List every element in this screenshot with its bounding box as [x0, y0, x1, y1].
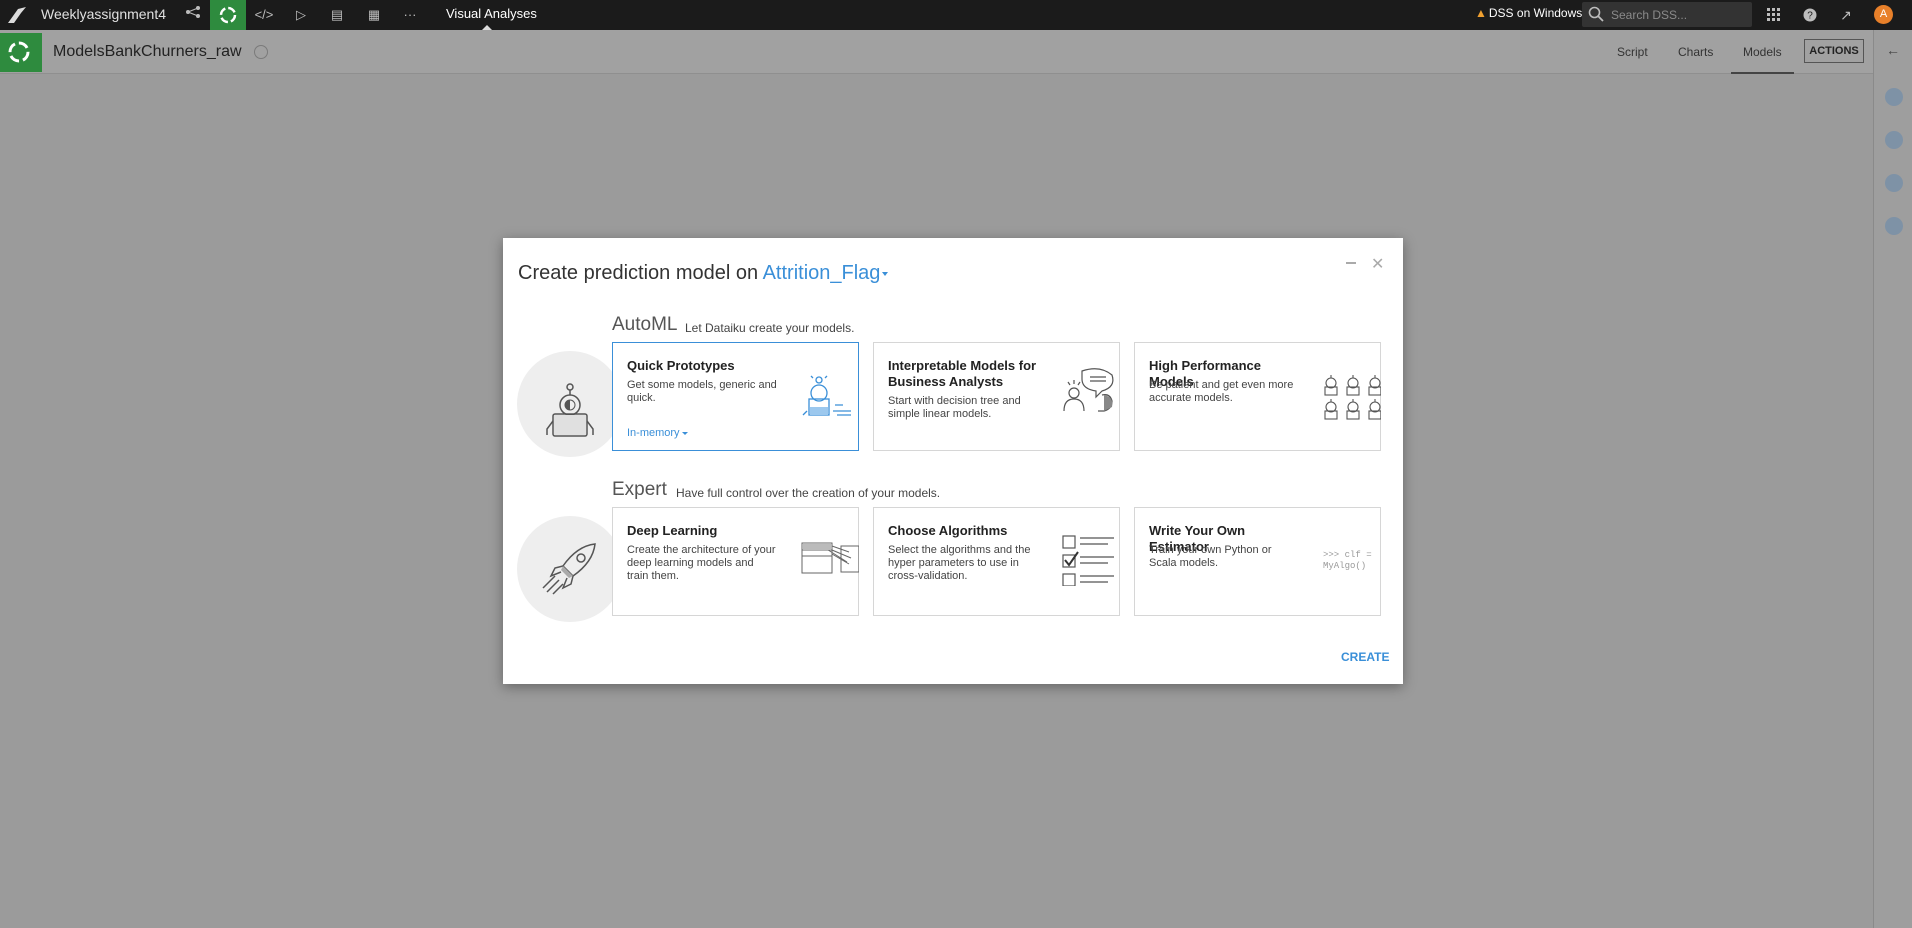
expert-title: Expert: [612, 479, 667, 500]
card-description: Start with decision tree and simple line…: [888, 395, 1021, 420]
edit-icon[interactable]: [254, 45, 268, 59]
apps-grid-icon[interactable]: [1763, 4, 1785, 26]
choose-algorithms-card[interactable]: Choose Algorithms Select the algorithms …: [873, 507, 1120, 616]
automl-robot-illustration: [517, 351, 623, 457]
card-title: Choose Algorithms: [888, 523, 1008, 538]
card-description: Create the architecture of your deep lea…: [627, 544, 776, 582]
chat-icon[interactable]: [1885, 174, 1903, 192]
timeline-icon[interactable]: [1885, 217, 1903, 235]
search-box[interactable]: [1582, 2, 1752, 27]
algorithm-checklist-illustration: [1062, 535, 1114, 586]
right-rail: ←: [1873, 30, 1912, 928]
deploy-icon[interactable]: ▤: [327, 5, 347, 25]
tab-script[interactable]: Script: [1617, 45, 1648, 59]
current-section[interactable]: Visual Analyses: [446, 6, 537, 21]
warning-icon: ▲: [1475, 6, 1487, 20]
dashboard-icon[interactable]: ▦: [364, 5, 384, 25]
analysis-icon: [8, 41, 30, 63]
avatar[interactable]: A: [1874, 5, 1893, 24]
more-icon[interactable]: ···: [400, 5, 420, 25]
dataiku-bird-logo[interactable]: [6, 5, 28, 25]
engine-dropdown-value: In-memory: [627, 427, 680, 439]
warning-text: DSS on Windows: [1488, 6, 1583, 20]
license-warning[interactable]: ▲ DSS on Windows: [1475, 6, 1582, 20]
run-icon[interactable]: ▷: [291, 5, 311, 25]
actions-button[interactable]: ACTIONS: [1804, 39, 1864, 63]
tab-models[interactable]: Models: [1743, 45, 1782, 59]
rocket-icon: [542, 543, 596, 595]
help-icon[interactable]: ?: [1799, 4, 1821, 26]
search-icon: [1588, 6, 1604, 22]
card-description: Train your own Python or Scala models.: [1149, 544, 1272, 569]
expert-subtitle: Have full control over the creation of y…: [676, 486, 941, 500]
analyses-icon[interactable]: [210, 0, 246, 30]
analysis-badge: [0, 33, 42, 72]
active-tab-indicator: [1731, 72, 1794, 74]
quick-prototypes-card[interactable]: Quick Prototypes Get some models, generi…: [612, 342, 859, 451]
code-snippet: >>> clf = MyAlgo(): [1323, 550, 1372, 571]
chevron-down-icon: [681, 431, 688, 435]
robot-icon: [546, 383, 594, 437]
card-description: Get some models, generic and quick.: [627, 379, 777, 404]
robots-cluster-illustration: [1324, 375, 1381, 420]
add-icon[interactable]: [1885, 88, 1903, 106]
minimize-icon[interactable]: [1346, 262, 1356, 264]
card-title: Quick Prototypes: [627, 358, 735, 373]
dialog-title: Create prediction model on Attrition_Fla…: [518, 262, 889, 285]
search-input[interactable]: [1611, 6, 1747, 23]
create-model-dialog: Create prediction model on Attrition_Fla…: [503, 238, 1403, 684]
back-arrow-icon[interactable]: ←: [1886, 42, 1900, 58]
target-variable-dropdown[interactable]: Attrition_Flag: [763, 262, 889, 284]
tab-charts[interactable]: Charts: [1678, 45, 1713, 59]
top-navbar: Weeklyassignment4 </> ▷ ▤ ▦ ··· Visual A…: [0, 0, 1912, 30]
automl-subtitle: Let Dataiku create your models.: [685, 321, 855, 335]
neural-network-illustration: [801, 542, 859, 574]
svg-text:?: ?: [1807, 11, 1813, 22]
chevron-down-icon: [882, 271, 889, 276]
info-icon[interactable]: [1885, 131, 1903, 149]
card-title: Deep Learning: [627, 523, 718, 538]
card-title: Interpretable Models for Business Analys…: [888, 358, 1037, 389]
dialog-title-prefix: Create prediction model on: [518, 262, 763, 284]
engine-dropdown[interactable]: In-memory: [627, 427, 688, 439]
close-icon[interactable]: ✕: [1371, 254, 1384, 274]
flow-icon[interactable]: [183, 5, 203, 25]
expert-rocket-illustration: [517, 516, 623, 622]
automl-title: AutoML: [612, 314, 678, 335]
activity-icon[interactable]: ↗: [1835, 4, 1857, 26]
card-description: Select the algorithms and the hyper para…: [888, 544, 1031, 582]
code-icon[interactable]: </>: [254, 5, 274, 25]
write-estimator-card[interactable]: Write Your Own Estimator Train your own …: [1134, 507, 1381, 616]
create-button[interactable]: CREATE: [1341, 650, 1389, 664]
high-performance-models-card[interactable]: High Performance Models Be patient and g…: [1134, 342, 1381, 451]
page-title[interactable]: ModelsBankChurners_raw: [53, 43, 242, 61]
business-analysts-illustration: [1063, 368, 1114, 412]
analysis-header: ModelsBankChurners_raw Script Charts Mod…: [0, 30, 1873, 74]
deep-learning-card[interactable]: Deep Learning Create the architecture of…: [612, 507, 859, 616]
interpretable-models-card[interactable]: Interpretable Models for Business Analys…: [873, 342, 1120, 451]
project-name[interactable]: Weeklyassignment4: [41, 6, 166, 22]
quick-prototype-illustration: [802, 375, 851, 416]
target-variable: Attrition_Flag: [762, 262, 881, 284]
card-description: Be patient and get even more accurate mo…: [1149, 379, 1294, 404]
